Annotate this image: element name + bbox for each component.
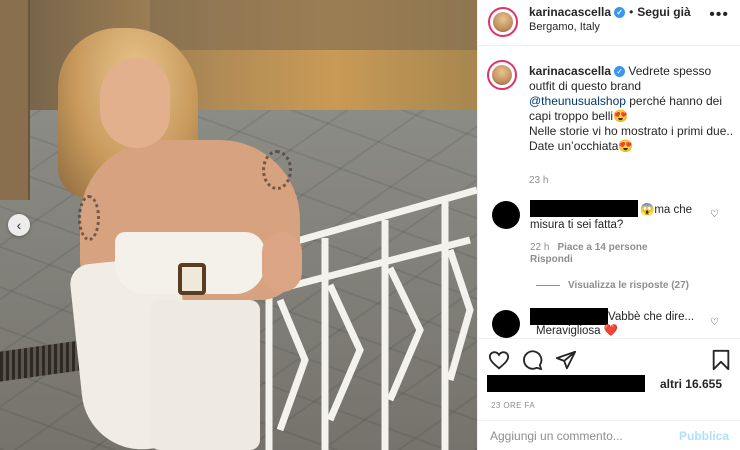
- comment-like-icon[interactable]: ♡: [710, 209, 719, 220]
- redacted-username: [530, 308, 608, 325]
- photo-wall-shadow: [150, 0, 477, 50]
- chevron-left-icon: ‹: [16, 217, 22, 233]
- verified-icon: ✓: [614, 7, 626, 19]
- comment-bubble-icon[interactable]: [521, 349, 543, 371]
- add-comment-bar: Pubblica: [478, 420, 740, 450]
- comment-avatar[interactable]: [492, 201, 520, 229]
- comment-likes[interactable]: Piace a 14 persone: [557, 242, 647, 253]
- post-caption: karinacascella ✓ Vedrete spesso outfit di…: [529, 64, 734, 154]
- comment-meta: 22 h Piace a 14 persone: [530, 242, 648, 253]
- separator-dot: •: [629, 5, 634, 19]
- photo-skirt: [150, 300, 260, 450]
- photo-pillar: [0, 0, 30, 200]
- photo-hand: [262, 232, 302, 292]
- likes-count[interactable]: altri 16.655: [660, 377, 722, 391]
- post-sidebar: karinacascella ✓ • Segui già Bergamo, Italy…: [477, 0, 740, 450]
- comment-avatar[interactable]: [492, 310, 520, 338]
- photo-tattoo: [262, 150, 292, 190]
- redacted-username: [530, 200, 638, 217]
- replies-divider: [536, 284, 560, 286]
- comment-like-icon[interactable]: ♡: [710, 317, 719, 328]
- caption-username[interactable]: karinacascella: [529, 64, 611, 78]
- view-replies-button[interactable]: Visualizza le risposte (27): [536, 280, 689, 291]
- redacted-liker: [487, 375, 645, 392]
- photo-buckle: [178, 263, 206, 295]
- caption-mention[interactable]: @theunusualshop: [529, 94, 626, 108]
- post-location[interactable]: Bergamo, Italy: [529, 21, 600, 33]
- photo-face: [100, 58, 170, 148]
- comment-text: Vabbè che dire...: [608, 311, 695, 323]
- caption-avatar[interactable]: [487, 60, 517, 90]
- more-options-icon[interactable]: •••: [709, 6, 729, 24]
- follow-button[interactable]: Segui già: [637, 5, 690, 19]
- verified-icon: ✓: [614, 66, 626, 78]
- post-date[interactable]: 23 ORE FA: [491, 401, 535, 410]
- like-heart-icon[interactable]: [488, 349, 510, 371]
- likes-row: altri 16.655: [487, 375, 737, 393]
- photo-tattoo: [78, 195, 100, 241]
- publish-button[interactable]: Pubblica: [679, 429, 729, 443]
- view-replies-label: Visualizza le risposte (27): [568, 280, 689, 291]
- caption-text-3: Nelle storie vi ho mostrato i primi due.…: [529, 124, 734, 138]
- author-username[interactable]: karinacascella: [529, 5, 611, 19]
- comment-time[interactable]: 22 h: [530, 242, 549, 253]
- comment-text: Meravigliosa ❤️: [536, 325, 619, 337]
- reply-button[interactable]: Rispondi: [530, 254, 573, 265]
- share-paper-plane-icon[interactable]: [555, 349, 577, 371]
- carousel-prev-button[interactable]: ‹: [8, 214, 30, 236]
- instagram-post-view: ‹ karinacascella ✓ • Segui già Bergamo, Ita…: [0, 0, 740, 450]
- caption-time[interactable]: 23 h: [529, 175, 548, 186]
- comment-text: 😱ma che: [640, 204, 693, 216]
- caption-text-4: Date un’occhiata😍: [529, 139, 634, 153]
- comment-input[interactable]: [490, 429, 670, 443]
- post-photo[interactable]: ‹: [0, 0, 477, 450]
- author-avatar[interactable]: [488, 7, 518, 37]
- header-user-line: karinacascella ✓ • Segui già: [529, 5, 691, 19]
- bookmark-icon[interactable]: [710, 349, 732, 371]
- post-header: karinacascella ✓ • Segui già Bergamo, Italy…: [478, 0, 740, 46]
- post-actions: [478, 338, 740, 376]
- comment-text: misura ti sei fatta?: [530, 219, 624, 231]
